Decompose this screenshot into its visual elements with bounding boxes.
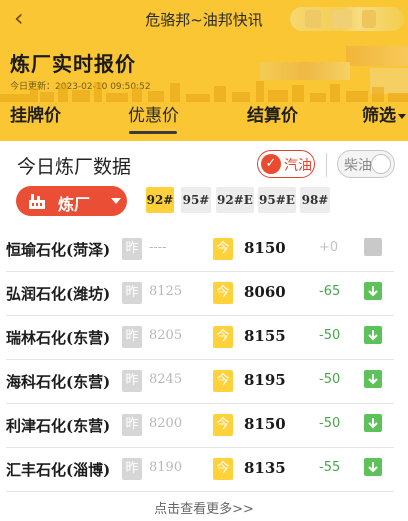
toggle-knob [371, 154, 391, 174]
table-row[interactable]: 海科石化(东营) 昨 8245 今 8195 -50 [0, 360, 408, 404]
refinery-select-button[interactable]: 炼厂 [16, 186, 127, 216]
today-badge: 今 [213, 458, 233, 480]
today-price: 8195 [244, 371, 286, 389]
today-badge: 今 [213, 282, 233, 304]
price-change: -65 [319, 284, 341, 299]
today-badge: 今 [213, 414, 233, 436]
grade-92[interactable]: 92# [146, 187, 174, 213]
blurred-region [346, 46, 408, 66]
factory-icon [29, 194, 45, 209]
yesterday-badge: 昨 [122, 458, 142, 480]
today-price: 8155 [244, 327, 286, 345]
tab-listed-price[interactable]: 挂牌价 [10, 104, 61, 134]
table-row[interactable]: 恒瑜石化(菏泽) 昨 ---- 今 8150 +0 [0, 228, 408, 272]
table-row[interactable]: 汇丰石化(淄博) 昨 8190 今 8135 -55 [0, 448, 408, 492]
arrow-down-icon [364, 370, 382, 388]
today-price: 8150 [244, 239, 286, 257]
grade-98[interactable]: 98# [300, 187, 330, 213]
flat-trend-icon [364, 238, 382, 256]
yesterday-badge: 昨 [122, 282, 142, 304]
price-change: -50 [319, 328, 341, 343]
yesterday-badge: 昨 [122, 414, 142, 436]
yesterday-price: 8125 [149, 284, 183, 299]
tab-discount-price[interactable]: 优惠价 [128, 104, 179, 134]
blurred-region [362, 10, 376, 28]
arrow-down-icon [364, 414, 382, 432]
diesel-toggle[interactable]: 柴油 [337, 150, 395, 178]
today-price: 8150 [244, 415, 286, 433]
gasoline-label: 汽油 [284, 158, 312, 174]
refinery-name: 恒瑜石化(菏泽) [6, 241, 111, 259]
divider [326, 153, 327, 177]
section-title: 今日炼厂数据 [17, 156, 132, 178]
arrow-down-icon [364, 326, 382, 344]
yesterday-price: ---- [149, 240, 167, 255]
refinery-name: 利津石化(东营) [6, 417, 111, 435]
today-price: 8060 [244, 283, 286, 301]
tab-settlement-price[interactable]: 结算价 [247, 104, 298, 134]
today-badge: 今 [213, 238, 233, 260]
check-icon: ✓ [261, 154, 281, 174]
arrow-down-icon [364, 458, 382, 476]
yesterday-badge: 昨 [122, 370, 142, 392]
today-price: 8135 [244, 459, 286, 477]
table-row[interactable]: 弘润石化(潍坊) 昨 8125 今 8060 -65 [0, 272, 408, 316]
grade-95e[interactable]: 95#E [258, 187, 296, 213]
refinery-name: 瑞林石化(东营) [6, 329, 111, 347]
blurred-region [332, 10, 352, 28]
price-change: -55 [319, 460, 341, 475]
table-row[interactable]: 利津石化(东营) 昨 8200 今 8150 -50 [0, 404, 408, 448]
row-divider [6, 491, 394, 492]
diesel-label: 柴油 [344, 158, 372, 174]
gasoline-toggle[interactable]: ✓ 汽油 [257, 150, 315, 178]
refinery-name: 弘润石化(潍坊) [6, 285, 111, 303]
table-row[interactable]: 瑞林石化(东营) 昨 8205 今 8155 -50 [0, 316, 408, 360]
today-badge: 今 [213, 370, 233, 392]
grade-95[interactable]: 95# [181, 187, 211, 213]
blurred-region [260, 62, 350, 80]
filter-label: 筛选 [362, 106, 396, 126]
yesterday-price: 8245 [149, 372, 183, 387]
price-change: +0 [319, 240, 339, 255]
price-tabs: 挂牌价 优惠价 结算价 筛选 [0, 100, 408, 140]
refinery-label: 炼厂 [58, 195, 91, 214]
arrow-down-icon [364, 282, 382, 300]
city-skyline-decoration [0, 80, 408, 102]
yesterday-price: 8200 [149, 416, 183, 431]
view-more-link[interactable]: 点击查看更多>> [0, 498, 408, 517]
active-tab-indicator [129, 131, 177, 134]
grade-92e[interactable]: 92#E [216, 187, 254, 213]
yesterday-badge: 昨 [122, 238, 142, 260]
price-change: -50 [319, 372, 341, 387]
yesterday-price: 8205 [149, 328, 183, 343]
nav-bar: ‹ 危骆邦~油邦快讯 [0, 0, 408, 38]
blurred-region [305, 10, 321, 28]
caret-down-icon [111, 198, 121, 204]
refinery-name: 海科石化(东营) [6, 373, 111, 391]
yesterday-price: 8190 [149, 460, 183, 475]
tab-filter[interactable]: 筛选 [362, 104, 406, 134]
today-badge: 今 [213, 326, 233, 348]
price-change: -50 [319, 416, 341, 431]
yesterday-badge: 昨 [122, 326, 142, 348]
caret-down-icon [398, 113, 406, 119]
page-title: 炼厂实时报价 [10, 52, 136, 76]
refinery-name: 汇丰石化(淄博) [6, 461, 111, 479]
header-banner: ‹ 危骆邦~油邦快讯 炼厂实时报价 今日更新：2023-02-10 09:50:… [0, 0, 408, 141]
